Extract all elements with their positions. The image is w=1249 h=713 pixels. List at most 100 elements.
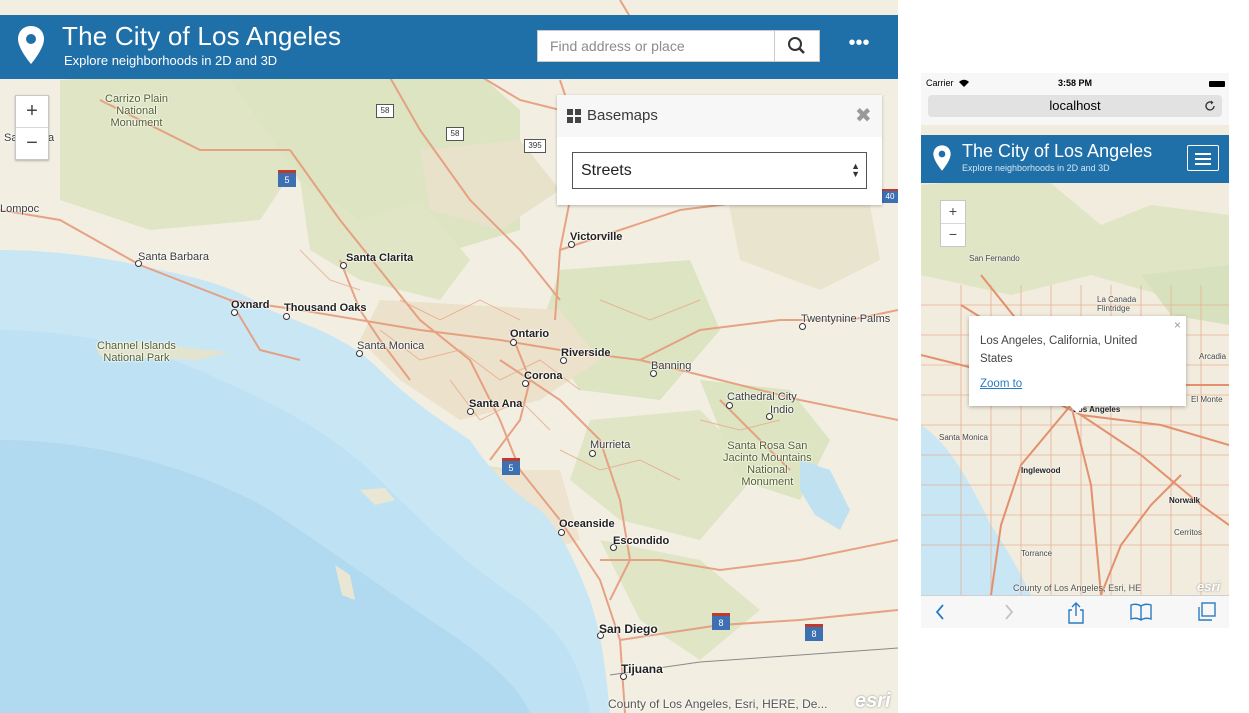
label-lompoc: Lompoc (0, 203, 40, 215)
ios-status-bar: Carrier 3:58 PM (921, 73, 1229, 93)
label-santa-barbara: Santa Barbara (138, 251, 209, 263)
shield-label: 58 (450, 129, 460, 138)
search-button[interactable] (774, 30, 820, 62)
esri-logo: esri (855, 690, 891, 712)
map-pin-icon (933, 145, 951, 171)
label-riverside: Riverside (561, 347, 611, 359)
mobile-label-norwalk: Norwalk (1169, 496, 1201, 505)
route-58-shield-a: 58 (376, 104, 394, 118)
share-icon[interactable] (1067, 602, 1085, 624)
hamburger-menu-button[interactable] (1187, 145, 1219, 171)
label-indio: Indio (770, 404, 794, 416)
app-header: The City of Los Angeles Explore neighbor… (0, 15, 898, 79)
mobile-zoom-control: + − (940, 200, 966, 247)
mobile-label-torrance: Torrance (1021, 549, 1053, 558)
route-395-shield: 395 (524, 139, 546, 153)
zoom-out-button[interactable]: − (16, 127, 48, 159)
map-attribution[interactable]: County of Los Angeles, Esri, HERE, De... (608, 697, 827, 711)
more-options-button[interactable]: ••• (845, 33, 873, 59)
dot-ontario (510, 339, 517, 346)
tabs-icon[interactable] (1197, 602, 1217, 622)
back-icon[interactable] (934, 602, 946, 622)
popup-pointer (1069, 405, 1085, 413)
battery-icon (1209, 81, 1225, 87)
reload-icon[interactable] (1204, 100, 1216, 112)
label-santa-rosa: Santa Rosa San Jacinto Mountains Nationa… (723, 440, 812, 488)
hamburger-line (1195, 158, 1211, 160)
mobile-esri-logo: esri (1197, 579, 1221, 594)
zoom-in-button[interactable]: + (16, 96, 48, 127)
label-oxnard: Oxnard (231, 299, 270, 311)
label-oceanside: Oceanside (559, 518, 615, 530)
status-time: 3:58 PM (1058, 78, 1093, 88)
shield-label: 58 (380, 106, 390, 115)
map-pin-icon (18, 26, 44, 64)
shield-label: 395 (528, 141, 542, 150)
label-tijuana: Tijuana (621, 662, 663, 676)
mobile-label-inglewood: Inglewood (1021, 466, 1061, 475)
label-carrizo-plain: Carrizo Plain National Monument (105, 93, 168, 129)
basemaps-panel: Basemaps ✖ Streets ▲ ▼ (557, 95, 882, 205)
close-icon[interactable]: ✖ (855, 103, 872, 128)
mobile-zoom-in-button[interactable]: + (941, 201, 965, 223)
shield-label: 5 (508, 463, 514, 473)
mobile-app-header: The City of Los Angeles Explore neighbor… (921, 135, 1229, 183)
label-cathedral-city: Cathedral City (727, 391, 797, 403)
label-escondido: Escondido (613, 535, 670, 547)
label-san-diego: San Diego (599, 622, 658, 636)
search-input[interactable]: Find address or place (537, 30, 775, 62)
bookmarks-icon[interactable] (1130, 602, 1152, 622)
label-corona: Corona (524, 370, 563, 382)
basemap-select-value: Streets (581, 162, 632, 179)
mobile-browser-frame: Carrier 3:58 PM localhost San Fernando L… (921, 73, 1229, 628)
search-icon (788, 37, 805, 54)
mobile-label-cerritos: Cerritos (1174, 528, 1203, 537)
basemap-select[interactable]: Streets ▲ ▼ (572, 152, 867, 189)
label-thousand-oaks: Thousand Oaks (284, 302, 367, 314)
select-arrows-icon: ▲ ▼ (851, 161, 860, 179)
label-santa-clarita: Santa Clarita (346, 252, 414, 264)
location-popup: × Los Angeles, California, United States… (969, 316, 1186, 413)
app-subtitle: Explore neighborhoods in 2D and 3D (64, 53, 278, 68)
label-ontario: Ontario (510, 328, 550, 340)
interstate-8-shield-b: 8 (805, 624, 823, 641)
dot-murrieta (589, 450, 596, 457)
mobile-app-subtitle: Explore neighborhoods in 2D and 3D (962, 163, 1110, 173)
basemaps-title: Basemaps (587, 107, 658, 124)
mobile-zoom-out-button[interactable]: − (941, 223, 965, 246)
zoom-to-link[interactable]: Zoom to (980, 378, 1022, 390)
desktop-map-view[interactable]: 5 58 58 395 40 5 8 8 Carrizo Plain Natio… (0, 0, 898, 713)
interstate-5-north-shield: 5 (278, 170, 296, 187)
mobile-map-attribution[interactable]: County of Los Angeles, Esri, HE (1013, 583, 1141, 593)
interstate-8-shield-a: 8 (712, 613, 730, 630)
mobile-app-title: The City of Los Angeles (962, 141, 1153, 161)
mobile-map-view[interactable]: San Fernando La Canada Flintridge Arcadi… (921, 125, 1229, 595)
address-bar-url: localhost (1049, 98, 1101, 113)
zoom-control: + − (15, 95, 49, 160)
dot-oceanside (558, 529, 565, 536)
label-channel-islands: Channel Islands National Park (97, 340, 176, 364)
label-santa-ana: Santa Ana (469, 398, 523, 410)
popup-address: Los Angeles, California, United States (980, 335, 1138, 365)
basemaps-panel-header: Basemaps ✖ (557, 95, 882, 137)
address-bar[interactable]: localhost (928, 95, 1222, 117)
label-santa-monica: Santa Monica (357, 340, 425, 352)
forward-icon[interactable] (1003, 602, 1015, 622)
label-victorville: Victorville (570, 231, 623, 243)
route-58-shield-b: 58 (446, 127, 464, 141)
label-banning: Banning (651, 360, 692, 372)
hamburger-line (1195, 163, 1211, 165)
label-murrieta: Murrieta (590, 439, 631, 451)
label-twentynine-palms: Twentynine Palms (801, 313, 891, 325)
interstate-40-shield: 40 (882, 189, 898, 203)
safari-toolbar (921, 595, 1229, 628)
interstate-5-south-shield: 5 (502, 458, 520, 475)
close-icon[interactable]: × (1174, 318, 1181, 332)
mobile-label-la-canada: La Canada Flintridge (1097, 295, 1137, 313)
shield-label: 5 (284, 175, 290, 185)
app-title: The City of Los Angeles (62, 21, 342, 51)
shield-label: 40 (885, 192, 895, 201)
dot-thousand-oaks (283, 313, 290, 320)
shield-label: 8 (811, 629, 817, 639)
mobile-label-santa-monica: Santa Monica (939, 433, 988, 442)
